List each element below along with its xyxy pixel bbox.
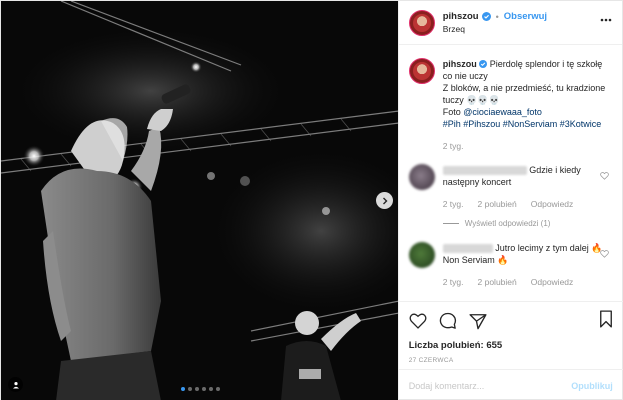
author-avatar[interactable] (408, 9, 435, 36)
caption-author-avatar[interactable] (408, 58, 435, 84)
like-comment-heart-icon[interactable] (599, 172, 609, 180)
post-date[interactable]: 27 CZERWCA (409, 357, 613, 364)
comment-likes[interactable]: 2 polubień (478, 276, 517, 288)
comment-item: Jutro lecimy z tym dalej 🔥 Non Serviam 🔥… (408, 242, 613, 288)
save-bookmark-icon[interactable] (599, 310, 613, 328)
caption-username[interactable]: pihszou (443, 59, 477, 69)
commenter-avatar[interactable] (408, 164, 435, 190)
like-comment-heart-icon[interactable] (599, 250, 609, 258)
caption: pihszou Pierdolę splendor i tę szkołę co… (408, 58, 613, 152)
like-heart-icon[interactable] (409, 313, 427, 329)
carousel-dot (187, 387, 192, 391)
likes-summary[interactable]: Liczba polubień: 655 (409, 340, 613, 351)
share-direct-icon[interactable] (469, 313, 487, 330)
carousel-dot (194, 387, 199, 391)
likes-label: Liczba polubień: (408, 340, 484, 351)
view-replies-label: Wyświetl odpowiedzi (1) (464, 219, 551, 228)
concert-photo (1, 1, 398, 400)
replies-divider-line (442, 223, 459, 224)
caption-time[interactable]: 2 tyg. (443, 140, 464, 152)
carousel-dot (180, 387, 185, 391)
carousel-dot (208, 387, 213, 391)
comments-list[interactable]: pihszou Pierdolę splendor i tę szkołę co… (399, 46, 623, 301)
caption-foto-prefix: Foto (442, 107, 464, 117)
carousel-dot (215, 387, 220, 391)
comment-time[interactable]: 2 tyg. (443, 276, 464, 288)
post-side-panel: pihszou • Obserwuj Brzeq pihszou Pierdol… (397, 1, 623, 400)
location-link[interactable]: Brzeq (443, 24, 547, 34)
carousel-dot (201, 387, 206, 391)
commenter-username-blurred[interactable] (442, 166, 527, 176)
more-options-icon[interactable] (600, 18, 612, 22)
carousel-indicator (1, 387, 398, 391)
comment-input[interactable] (408, 380, 572, 391)
add-comment-bar: Opublikuj (398, 369, 623, 400)
caption-mention[interactable]: @ciociaewaaa_foto (463, 107, 542, 117)
reply-button[interactable]: Odpowiedz (531, 198, 574, 210)
verified-badge-icon (479, 60, 488, 68)
post-actions: Liczba polubień: 655 27 CZERWCA (398, 301, 623, 364)
view-replies-button[interactable]: Wyświetl odpowiedzi (1) (442, 219, 613, 228)
separator-dot: • (495, 11, 499, 22)
chevron-right-icon (382, 197, 387, 204)
verified-badge-icon (481, 12, 491, 21)
publish-button[interactable]: Opublikuj (571, 381, 613, 391)
reply-button[interactable]: Odpowiedz (531, 276, 574, 288)
next-photo-button[interactable] (376, 192, 393, 209)
post-photo[interactable] (1, 1, 398, 400)
comment-bubble-icon[interactable] (439, 312, 457, 330)
author-username[interactable]: pihszou (443, 11, 479, 22)
follow-button[interactable]: Obserwuj (504, 11, 547, 22)
caption-hashtags[interactable]: #Pih #Pihszou #NonServiam #3Kotwice (443, 119, 602, 129)
post-header: pihszou • Obserwuj Brzeq (398, 1, 622, 45)
commenter-avatar[interactable] (408, 242, 435, 268)
caption-line-2: Z bloków, a nie przedmieść, tu kradzione… (442, 83, 606, 105)
comment-likes[interactable]: 2 polubień (478, 198, 517, 210)
comment-time[interactable]: 2 tyg. (443, 198, 464, 210)
commenter-username-blurred[interactable] (442, 244, 493, 254)
likes-count: 655 (486, 340, 503, 351)
comment-item: Gdzie i kiedy następny koncert 2 tyg. 2 … (408, 164, 613, 210)
instagram-post: pihszou • Obserwuj Brzeq pihszou Pierdol… (0, 0, 623, 400)
